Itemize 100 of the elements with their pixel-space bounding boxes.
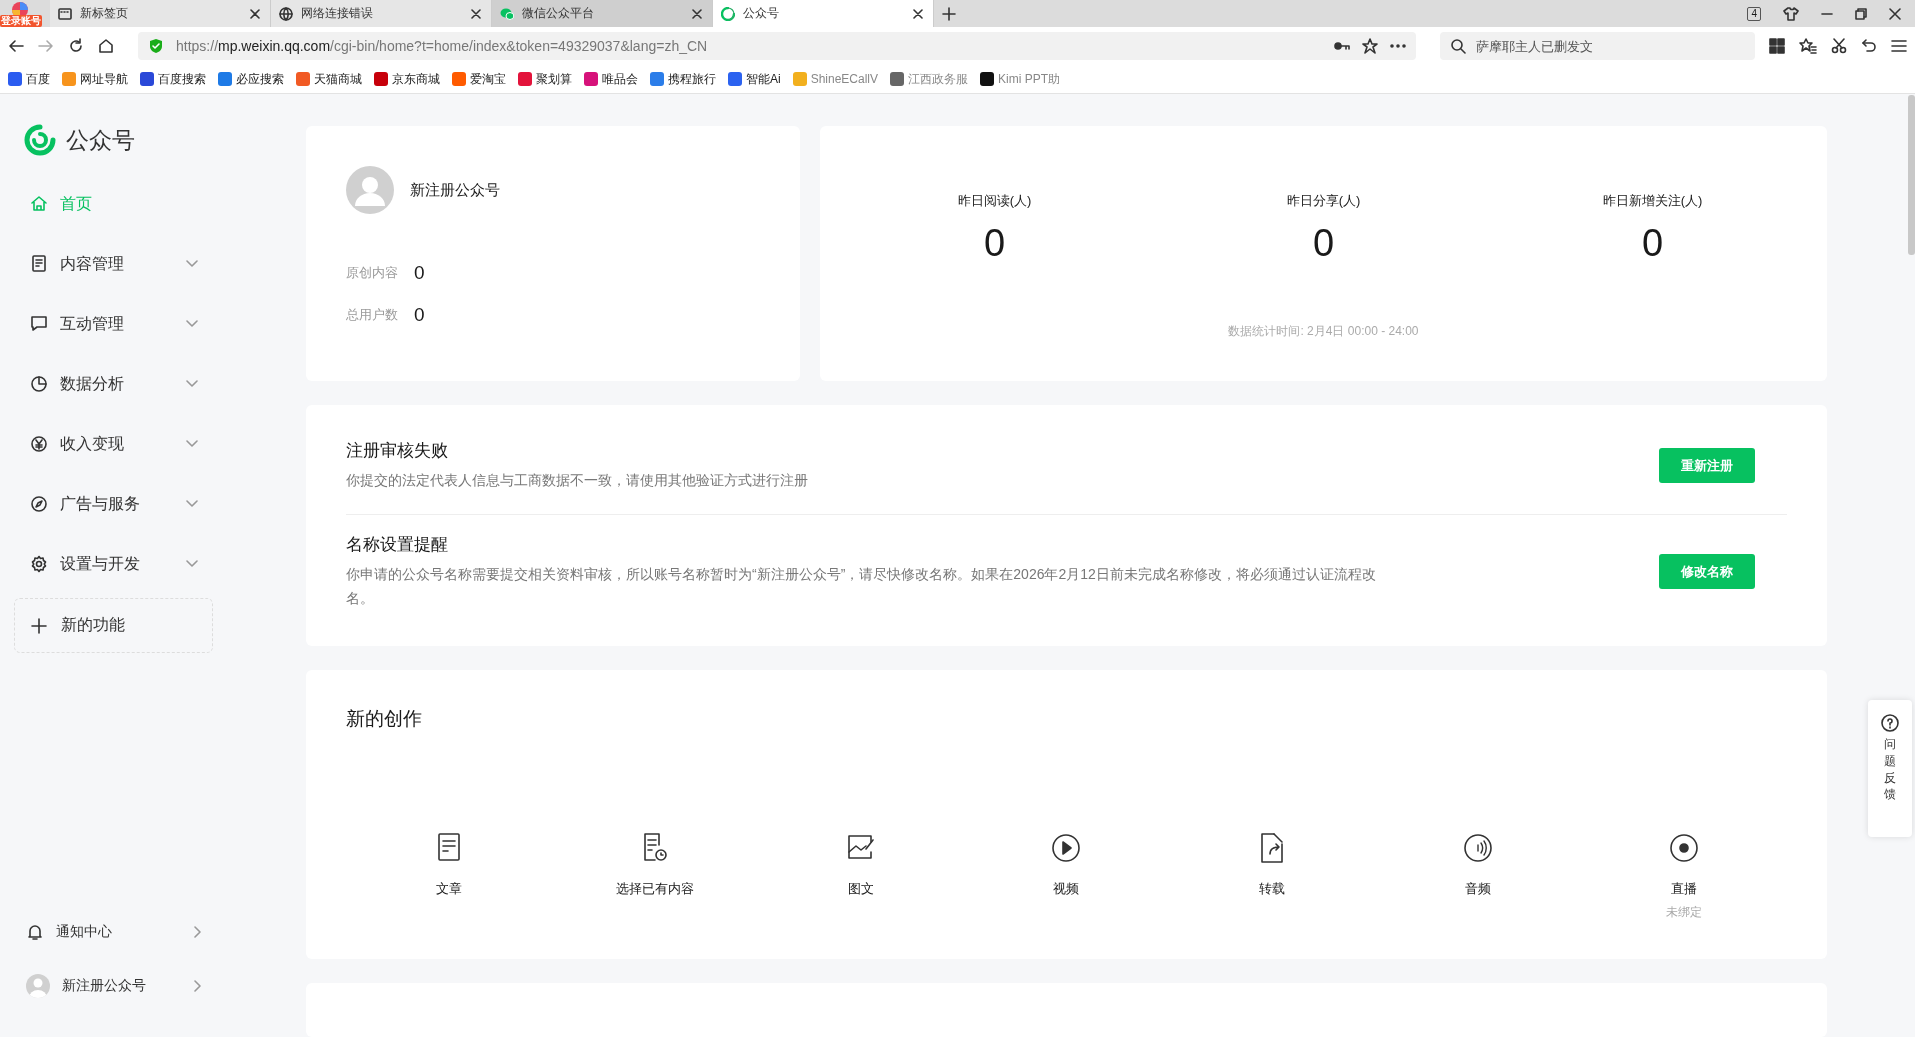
menu-icon[interactable] (1891, 39, 1907, 53)
create-option[interactable]: 选择已有内容 (615, 880, 694, 898)
nav-item[interactable]: 广告与服务 (14, 474, 198, 534)
close-icon[interactable] (1889, 7, 1901, 20)
apps-grid-icon[interactable] (1769, 38, 1785, 54)
nav-item[interactable]: 互动管理 (14, 294, 198, 354)
reload-icon[interactable] (68, 38, 84, 54)
close-icon[interactable] (913, 8, 923, 19)
bookmark-link[interactable]: 智能Ai (728, 70, 781, 88)
bookmark-icon (296, 72, 310, 86)
bookmark-icon (792, 72, 807, 86)
close-icon[interactable] (471, 8, 481, 19)
address-field[interactable]: https://mp.weixin.qq.com/cgi-bin/home?t=home/index&token=49329037&lang=zh_CN (138, 32, 1416, 60)
yen-icon (30, 435, 48, 453)
back-icon[interactable] (8, 38, 24, 54)
favorites-icon[interactable] (1799, 38, 1817, 54)
close-icon[interactable] (250, 8, 260, 19)
forward-icon (38, 38, 54, 54)
stats-time-note: 数据统计时间: 2月4日 00:00 - 24:00 (1228, 323, 1419, 340)
bookmark-icon (374, 72, 388, 86)
search-field[interactable]: 萨摩耶主人已删发文 (1440, 32, 1755, 60)
chat-icon (30, 315, 48, 333)
close-icon[interactable] (692, 8, 702, 19)
bookmark-link[interactable]: 京东商城 (374, 70, 440, 88)
nav-item[interactable]: 内容管理 (14, 234, 198, 294)
chevron-down-icon (186, 320, 198, 328)
create-option[interactable]: 直播 (1671, 880, 1698, 898)
bookmark-icon (62, 72, 76, 86)
bookmark-icon (8, 72, 22, 86)
bookmark-icon (890, 72, 905, 86)
new-feature-button[interactable]: 新的功能 (14, 598, 213, 653)
chevron-right-icon (194, 926, 202, 938)
settings-icon (30, 555, 48, 573)
browser-tab[interactable]: 新标签页 (50, 0, 271, 27)
notice-title: 名称设置提醒 (346, 534, 449, 556)
create-option[interactable]: 转载 (1259, 880, 1286, 898)
stat-value: 0 (414, 304, 425, 326)
restore-icon[interactable] (1855, 7, 1867, 20)
bookmark-link[interactable]: 爱淘宝 (452, 70, 506, 88)
undo-icon[interactable] (1861, 38, 1877, 54)
bookmark-link[interactable]: 必应搜索 (218, 70, 284, 88)
compass-icon (30, 495, 48, 513)
star-icon[interactable] (1362, 38, 1378, 54)
bookmark-link[interactable]: 江西政务服 (890, 70, 969, 88)
help-icon (1881, 714, 1899, 732)
nav-item[interactable]: 设置与开发 (14, 534, 198, 594)
page-icon (58, 6, 72, 21)
stat-label: 原创内容 (346, 264, 398, 282)
sidebar-link[interactable]: 通知中心 (14, 915, 202, 949)
home-icon[interactable] (98, 38, 114, 54)
notice-text: 你申请的公众号名称需要提交相关资料审核，所以账号名称暂时为“新注册公众号”，请尽快修改名称。如果在2026年2月12日前未完成名称修改，将必须通过认证流程改名。 (346, 565, 1377, 608)
bookmark-link[interactable]: 唯品会 (584, 70, 638, 88)
scrollbar-thumb[interactable] (1908, 95, 1915, 255)
chat-icon (500, 6, 514, 21)
key-icon[interactable] (1334, 40, 1350, 52)
stat-value: 0 (1312, 222, 1335, 265)
bookmark-link[interactable]: ShineECallV (792, 72, 879, 86)
stat-value: 0 (983, 222, 1006, 265)
stat-label: 总用户数 (346, 306, 398, 324)
tab-count[interactable]: 4 (1747, 6, 1761, 21)
plus-icon[interactable] (942, 6, 956, 21)
bookmark-link[interactable]: Kimi PPT助 (980, 70, 1061, 88)
more-icon[interactable] (1390, 44, 1406, 48)
bookmark-link[interactable]: 聚划算 (518, 70, 572, 88)
bookmark-icon (218, 72, 232, 86)
scissors-icon[interactable] (1831, 38, 1847, 54)
create-option[interactable]: 文章 (435, 880, 462, 898)
browser-tab[interactable]: 公众号 (713, 0, 934, 27)
url-text: https://mp.weixin.qq.com/cgi-bin/home?t=home/index&token=49329037&lang=zh_CN (176, 38, 709, 54)
browser-tab[interactable]: 微信公众平台 (492, 0, 713, 27)
chevron-down-icon (186, 380, 198, 388)
chevron-down-icon (186, 440, 198, 448)
chevron-right-icon (194, 980, 202, 992)
account-name: 新注册公众号 (410, 180, 500, 200)
create-option[interactable]: 图文 (847, 880, 874, 898)
browser-tab[interactable]: 网络连接错误 (271, 0, 492, 27)
bookmark-icon (980, 72, 995, 86)
document-icon (30, 255, 48, 273)
nav-item[interactable]: 数据分析 (14, 354, 198, 414)
bookmark-icon (728, 72, 742, 86)
nav-item[interactable]: 收入变现 (14, 414, 198, 474)
feedback-button[interactable]: 问题反馈 (1868, 700, 1912, 837)
bookmark-icon (518, 72, 532, 86)
bookmark-link[interactable]: 百度 (8, 70, 50, 88)
search-icon (1450, 38, 1466, 54)
globe-icon (279, 6, 293, 21)
bookmark-link[interactable]: 携程旅行 (650, 70, 716, 88)
sidebar-link[interactable]: 新注册公众号 (14, 969, 202, 1003)
stat-value: 0 (1641, 222, 1664, 265)
bookmark-link[interactable]: 百度搜索 (140, 70, 206, 88)
brand-logo-icon (24, 124, 56, 156)
stat-value: 0 (414, 262, 425, 284)
create-option[interactable]: 视频 (1053, 880, 1080, 898)
chevron-down-icon (186, 500, 198, 508)
bookmark-link[interactable]: 天猫商城 (296, 70, 362, 88)
create-option[interactable]: 音频 (1465, 880, 1492, 898)
pie-chart-icon (30, 375, 48, 393)
section-title: 新的创作 (346, 707, 423, 731)
shirt-icon[interactable] (1783, 6, 1799, 21)
bookmark-link[interactable]: 网址导航 (62, 70, 128, 88)
